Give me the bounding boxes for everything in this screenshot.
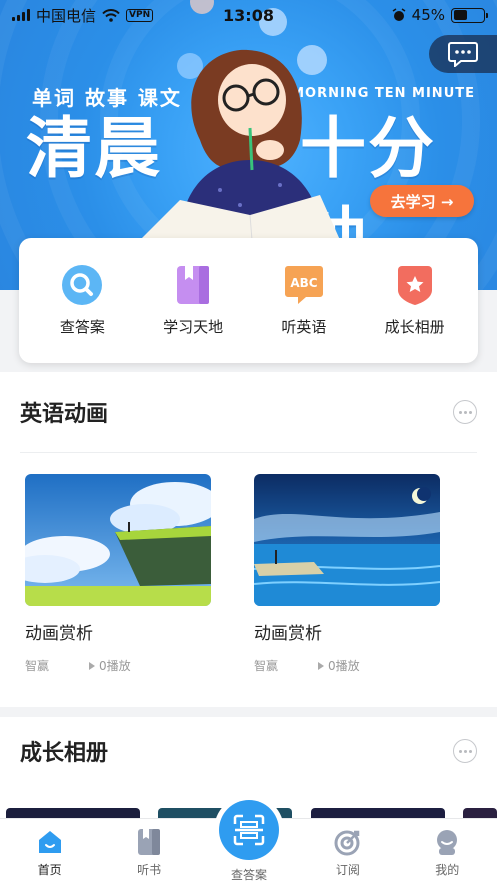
abc-bubble-icon: ABC [283,264,325,306]
section-title: 英语动画 [20,402,109,427]
battery-percent: 45% [411,6,445,24]
play-icon [89,661,96,670]
quick-item-label: 成长相册 [384,318,445,336]
svg-text:ABC: ABC [290,276,317,290]
quick-item-growth-album[interactable]: 成长相册 [365,264,465,337]
video-card[interactable]: 动画赏析 智赢 0播放 [25,474,211,674]
more-options-button[interactable] [453,400,477,424]
video-title[interactable]: 动画赏析 [254,619,440,644]
battery-level [453,10,467,20]
nav-check-answer-label: 查答案 [230,868,267,882]
quick-item-label: 查答案 [59,318,105,336]
nav-label: 我的 [435,863,460,877]
nav-label: 听书 [137,863,162,877]
nav-label: 首页 [37,863,62,877]
chat-bubble-icon [448,42,478,67]
target-icon [334,828,362,856]
vpn-badge: VPN [126,8,154,22]
status-bar: 中国电信 VPN 13:08 45% [0,0,497,30]
home-icon [36,828,64,856]
clock: 13:08 [223,5,274,25]
video-author: 智赢 [254,659,279,673]
play-count: 0播放 [99,659,131,673]
nav-home[interactable]: 首页 [10,828,90,878]
bookmark-book-icon [172,264,214,306]
quick-item-label: 听英语 [281,318,327,336]
video-title[interactable]: 动画赏析 [25,619,211,644]
message-button[interactable] [429,35,497,73]
signal-icon [12,9,30,21]
quick-item-label: 学习天地 [163,318,224,336]
english-animation-section: 英语动画 动画赏析 智赢 0播放 动画赏析 智赢 0播放 [0,372,497,707]
go-study-button[interactable]: 去学习 → [370,185,474,217]
scan-icon [233,814,265,846]
girl-reading-illustration [140,0,340,240]
star-shield-icon [394,264,436,306]
quick-item-check-answer[interactable]: 查答案 [32,264,132,337]
quick-menu: 查答案 学习天地 ABC 听英语 成长相册 [19,238,478,363]
nav-listen-book[interactable]: 听书 [109,828,189,878]
quick-item-study-world[interactable]: 学习天地 [143,264,243,337]
book-icon [135,828,163,856]
nav-subscribe[interactable]: 订阅 [308,828,388,878]
section-title: 成长相册 [20,741,109,766]
play-count: 0播放 [328,659,360,673]
video-card[interactable]: 动画赏析 智赢 0播放 [254,474,440,674]
nav-mine[interactable]: 我的 [407,828,487,878]
quick-item-listen-english[interactable]: ABC 听英语 [254,264,354,337]
wifi-icon [102,8,120,22]
video-thumbnail-night-sea[interactable] [254,474,440,606]
alarm-icon [392,8,406,21]
carrier-name: 中国电信 [36,6,97,25]
search-icon [61,264,103,306]
battery-icon [451,7,488,23]
video-author: 智赢 [25,659,50,673]
play-icon [318,661,325,670]
more-options-button[interactable] [453,739,477,763]
nav-check-answer-button[interactable] [219,800,279,860]
nav-label: 订阅 [335,863,360,877]
video-thumbnail-cliff[interactable] [25,474,211,606]
user-icon [433,828,461,856]
